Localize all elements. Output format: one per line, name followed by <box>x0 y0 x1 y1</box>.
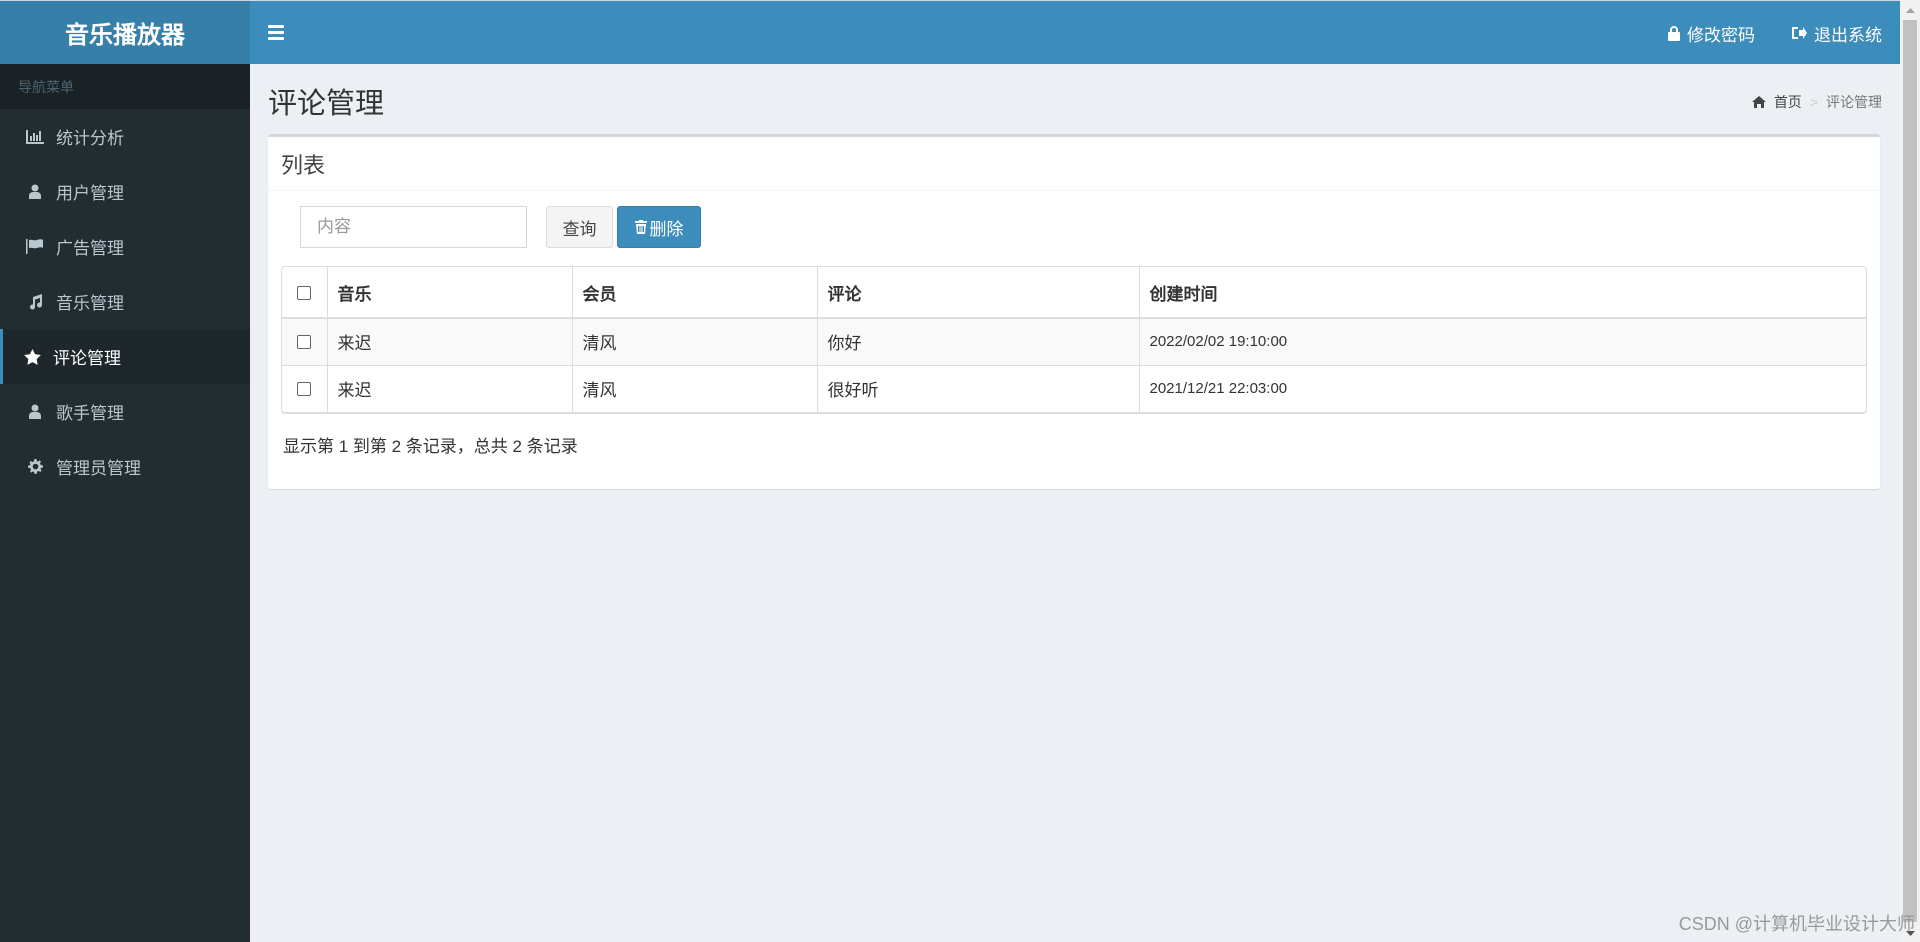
breadcrumb-separator: > <box>1809 94 1818 110</box>
sidebar-item-label: 音乐管理 <box>56 294 124 313</box>
gear-icon <box>24 458 46 476</box>
list-box: 列表 查询 删除 音乐 会员 评论 创建时间 来迟 清风 你 <box>268 134 1880 489</box>
sidebar-item-label: 歌手管理 <box>56 404 124 423</box>
lock-icon <box>1668 25 1680 41</box>
change-password-link[interactable]: 修改密码 <box>1668 21 1755 46</box>
change-password-label: 修改密码 <box>1687 25 1755 45</box>
cell-music: 来迟 <box>326 318 572 365</box>
sidebar-item-label: 统计分析 <box>56 129 124 148</box>
cell-music: 来迟 <box>326 364 572 412</box>
row-select-cell <box>282 364 327 412</box>
content-search-input[interactable] <box>300 206 527 248</box>
cell-comment: 你好 <box>816 318 1139 365</box>
navbar-actions: 修改密码 退出系统 <box>1668 1 1882 65</box>
watermark: CSDN @计算机毕业设计大师 <box>1678 914 1915 934</box>
row-checkbox[interactable] <box>297 382 312 397</box>
cell-comment: 很好听 <box>816 364 1139 412</box>
sidebar-item-singers[interactable]: 歌手管理 <box>0 384 250 439</box>
comments-table: 音乐 会员 评论 创建时间 来迟 清风 你好 2022/02/02 19:10:… <box>281 266 1867 414</box>
column-header-created-time[interactable]: 创建时间 <box>1138 267 1866 319</box>
sidebar-item-label: 评论管理 <box>53 349 121 368</box>
star-icon <box>21 348 43 366</box>
row-checkbox[interactable] <box>297 335 312 350</box>
flag-icon <box>24 238 46 256</box>
row-select-cell <box>282 318 327 365</box>
cell-created-time: 2021/12/21 22:03:00 <box>1138 364 1866 412</box>
table-header-row: 音乐 会员 评论 创建时间 <box>282 267 1866 319</box>
select-all-cell <box>282 267 327 319</box>
home-icon <box>1751 96 1766 108</box>
column-header-music[interactable]: 音乐 <box>326 267 572 319</box>
top-navbar: 修改密码 退出系统 <box>250 0 1900 64</box>
column-header-comment[interactable]: 评论 <box>816 267 1139 319</box>
hamburger-icon-bar <box>268 30 284 34</box>
breadcrumb-current: 评论管理 <box>1826 94 1882 110</box>
sidebar-item-label: 用户管理 <box>56 184 124 203</box>
cell-member: 清风 <box>571 364 817 412</box>
hamburger-icon-bar <box>268 24 284 28</box>
sidebar-item-users[interactable]: 用户管理 <box>0 164 250 219</box>
bar-chart-icon <box>24 128 46 146</box>
cell-member: 清风 <box>571 318 817 365</box>
pagination-info: 显示第 1 到第 2 条记录，总共 2 条记录 <box>283 437 578 456</box>
sidebar: 导航菜单 统计分析 用户管理 广告管理 音乐管理 评论管理 歌手管理 管理员管理 <box>0 64 250 942</box>
breadcrumb-home-label: 首页 <box>1773 94 1802 110</box>
sidebar-item-label: 广告管理 <box>56 239 124 258</box>
delete-button-label: 删除 <box>649 219 684 239</box>
column-header-member[interactable]: 会员 <box>571 267 817 319</box>
user-icon <box>24 183 46 201</box>
sidebar-toggle-button[interactable] <box>268 21 286 43</box>
breadcrumb: 首页 > 评论管理 <box>1751 92 1882 112</box>
scrollbar-thumb[interactable] <box>1903 20 1917 922</box>
table-row[interactable]: 来迟 清风 你好 2022/02/02 19:10:00 <box>282 318 1866 365</box>
sidebar-item-admins[interactable]: 管理员管理 <box>0 439 250 494</box>
logout-link[interactable]: 退出系统 <box>1791 21 1882 46</box>
logout-label: 退出系统 <box>1814 25 1882 45</box>
user-icon <box>24 403 46 421</box>
music-icon <box>24 293 46 311</box>
sidebar-header: 导航菜单 <box>0 64 250 109</box>
cell-created-time: 2022/02/02 19:10:00 <box>1138 318 1866 365</box>
sidebar-item-comments[interactable]: 评论管理 <box>0 329 250 384</box>
trash-icon <box>634 220 647 234</box>
delete-button[interactable]: 删除 <box>617 206 701 248</box>
sidebar-item-statistics[interactable]: 统计分析 <box>0 109 250 164</box>
box-title: 列表 <box>268 137 1880 191</box>
table-row[interactable]: 来迟 清风 很好听 2021/12/21 22:03:00 <box>282 364 1866 412</box>
select-all-checkbox[interactable] <box>297 285 312 300</box>
scroll-up-arrow-icon <box>1905 8 1915 13</box>
page-title: 评论管理 <box>268 88 385 120</box>
app-logo[interactable]: 音乐播放器 <box>0 0 250 64</box>
query-button[interactable]: 查询 <box>546 206 613 248</box>
hamburger-icon-bar <box>268 36 284 40</box>
page-scrollbar[interactable] <box>1900 0 1920 942</box>
breadcrumb-home-link[interactable]: 首页 <box>1751 92 1802 112</box>
sign-out-icon <box>1792 27 1807 39</box>
sidebar-item-music[interactable]: 音乐管理 <box>0 274 250 329</box>
scroll-up-button[interactable] <box>1900 2 1920 19</box>
sidebar-item-label: 管理员管理 <box>56 459 141 478</box>
sidebar-item-ads[interactable]: 广告管理 <box>0 219 250 274</box>
